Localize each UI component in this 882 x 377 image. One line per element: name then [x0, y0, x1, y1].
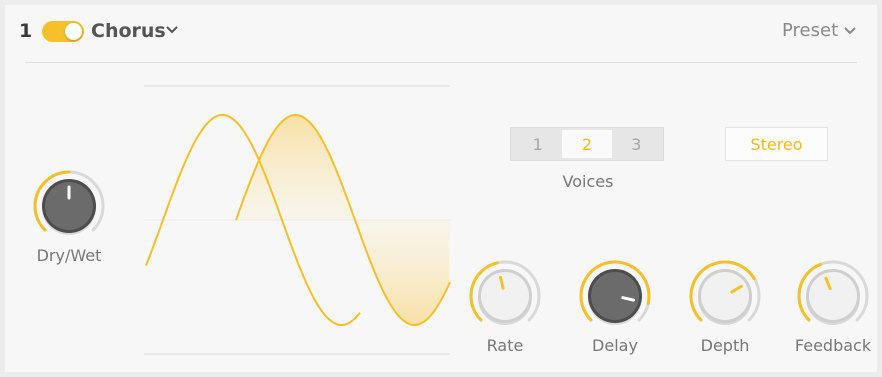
wave-fill-upper: [236, 115, 355, 220]
voices-option-1[interactable]: 1: [513, 130, 562, 158]
delay-knob[interactable]: [575, 256, 655, 336]
voices-option-2[interactable]: 2: [562, 130, 612, 158]
voices-label: Voices: [562, 172, 614, 191]
feedback-label: Feedback: [794, 336, 872, 355]
stereo-button[interactable]: Stereo: [725, 127, 828, 161]
rate-knob[interactable]: [465, 256, 545, 336]
voices-option-3[interactable]: 3: [612, 130, 661, 158]
feedback-knob[interactable]: [793, 256, 873, 336]
delay-label: Delay: [592, 336, 638, 355]
rate-label: Rate: [486, 336, 524, 355]
depth-knob[interactable]: [685, 256, 765, 336]
dry-wet-knob[interactable]: [29, 166, 109, 246]
voices-selector: 1 2 3: [510, 127, 664, 161]
depth-label: Depth: [700, 336, 750, 355]
dry-wet-label: Dry/Wet: [36, 246, 102, 265]
